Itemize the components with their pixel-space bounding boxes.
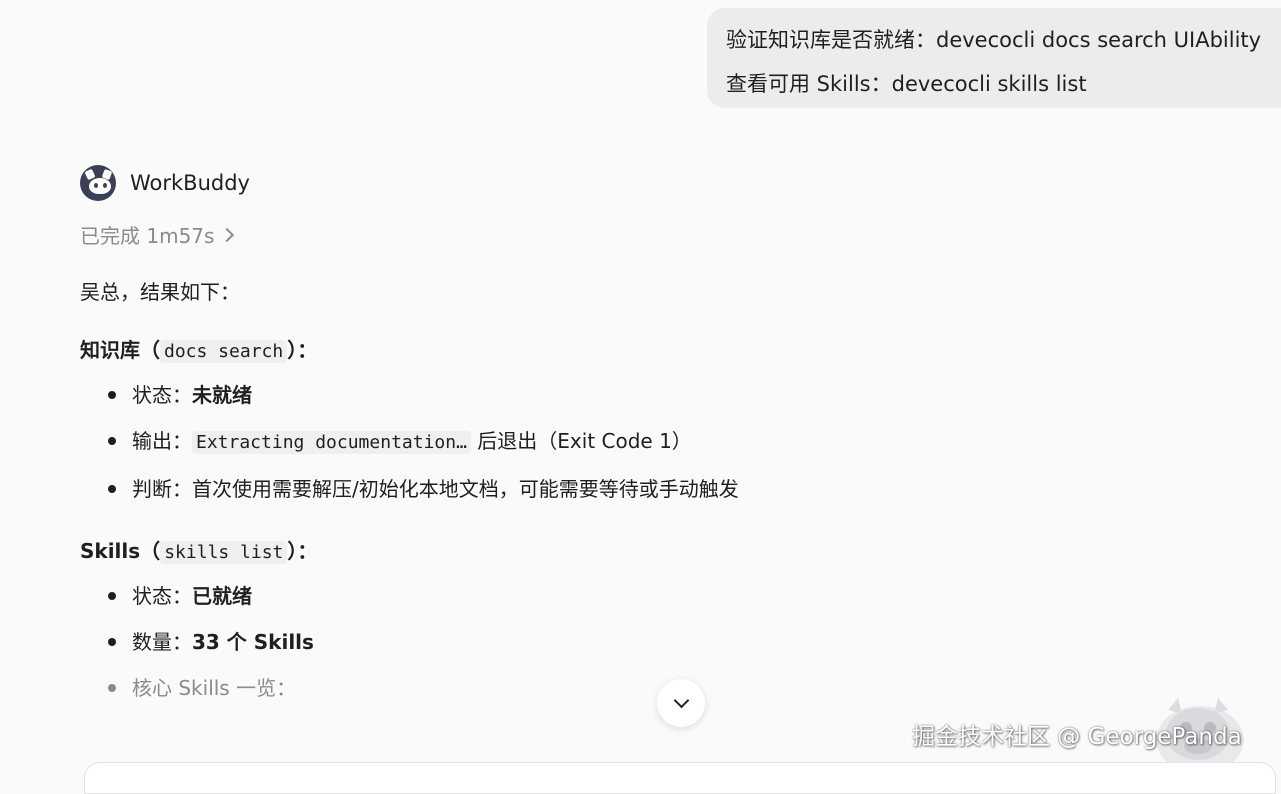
list-item: 数量：33 个 Skills bbox=[80, 619, 980, 665]
section-title-end: ）： bbox=[287, 338, 318, 362]
completion-status-toggle[interactable]: 已完成 1m57s bbox=[80, 220, 235, 249]
section-title: Skills（ bbox=[80, 539, 161, 563]
raccoon-avatar-icon bbox=[80, 165, 116, 201]
assistant-name: WorkBuddy bbox=[130, 171, 250, 195]
item-value: 33 个 Skills bbox=[192, 630, 314, 654]
item-text: 首次使用需要解压/初始化本地文档，可能需要等待或手动触发 bbox=[192, 477, 739, 501]
inline-code: Extracting documentation… bbox=[192, 431, 471, 454]
section-title: 知识库（ bbox=[80, 338, 160, 362]
chevron-right-icon bbox=[220, 227, 235, 242]
completion-status-text: 已完成 1m57s bbox=[80, 224, 215, 248]
list-item: 判断：首次使用需要解压/初始化本地文档，可能需要等待或手动触发 bbox=[80, 466, 980, 512]
item-label: 状态： bbox=[132, 584, 192, 608]
item-label: 输出： bbox=[132, 429, 192, 453]
item-value: 已就绪 bbox=[192, 584, 252, 608]
item-label: 判断： bbox=[132, 477, 192, 501]
list-item: 输出： Extracting documentation… 后退出（Exit Co… bbox=[80, 418, 980, 466]
item-label: 数量： bbox=[132, 630, 192, 654]
section-title-end: ）： bbox=[287, 539, 318, 563]
item-label: 状态： bbox=[132, 383, 192, 407]
scroll-to-bottom-button[interactable] bbox=[657, 679, 705, 727]
item-text: 后退出（Exit Code 1） bbox=[470, 429, 692, 453]
section-knowledge-base-heading: 知识库（ docs search）： bbox=[80, 330, 980, 372]
chevron-down-icon bbox=[673, 692, 690, 709]
user-message-line-1: 验证知识库是否就绪：devecocli docs search UIAbilit… bbox=[726, 28, 1262, 52]
section-skills-heading: Skills（ skills list）： bbox=[80, 531, 980, 573]
item-label: 核心 Skills 一览： bbox=[132, 676, 297, 700]
list-item: 状态：未就绪 bbox=[80, 372, 980, 418]
assistant-header: WorkBuddy bbox=[80, 164, 250, 202]
message-input-box[interactable] bbox=[84, 762, 1276, 794]
reply-intro: 吴总，结果如下： bbox=[80, 280, 240, 304]
inline-code: skills list bbox=[160, 541, 288, 564]
watermark-text: 掘金技术社区 @ GeorgePanda bbox=[912, 724, 1242, 750]
item-value: 未就绪 bbox=[192, 383, 252, 407]
inline-code: docs search bbox=[160, 340, 288, 363]
knowledge-base-list: 状态：未就绪 输出： Extracting documentation… 后退出（… bbox=[80, 372, 980, 512]
user-message-bubble: 验证知识库是否就绪：devecocli docs search UIAbilit… bbox=[707, 8, 1281, 108]
skills-list: 状态：已就绪 数量：33 个 Skills 核心 Skills 一览： bbox=[80, 573, 980, 711]
assistant-reply: 吴总，结果如下： 知识库（ docs search）： 状态：未就绪 输出： Ext… bbox=[80, 272, 980, 711]
list-item: 核心 Skills 一览： bbox=[80, 665, 980, 711]
list-item: 状态：已就绪 bbox=[80, 573, 980, 619]
user-message-line-2: 查看可用 Skills：devecocli skills list bbox=[726, 72, 1087, 96]
